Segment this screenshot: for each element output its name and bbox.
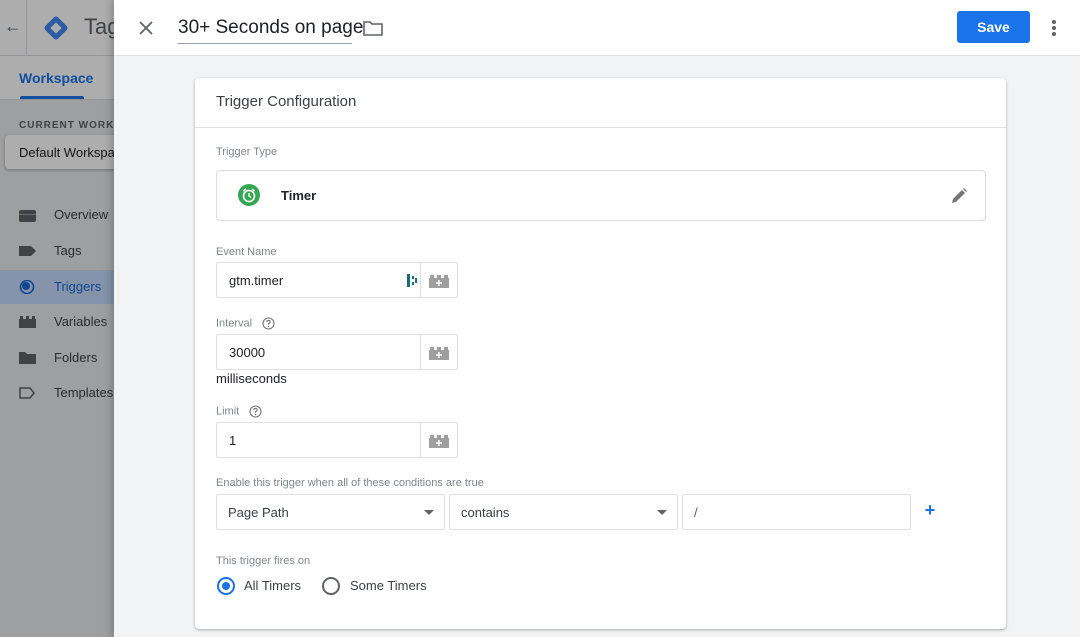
conditions-label: Enable this trigger when all of these co… [216, 477, 484, 489]
card-title: Trigger Configuration [216, 93, 357, 110]
help-icon[interactable] [249, 405, 262, 418]
limit-input[interactable]: 1 [216, 422, 421, 458]
dropdown-arrow-icon [424, 510, 434, 515]
trigger-type-selector[interactable]: Timer [216, 170, 986, 221]
limit-label: Limit [216, 405, 262, 418]
condition-variable-value: Page Path [228, 505, 289, 520]
limit-value: 1 [229, 433, 237, 448]
variable-brick-icon [429, 347, 449, 360]
event-name-value: gtm.timer [229, 273, 284, 288]
interval-label-text: Interval [216, 317, 253, 330]
add-condition-button[interactable]: + [922, 501, 938, 519]
insert-variable-button[interactable] [420, 262, 458, 298]
radio-all-timers[interactable] [217, 577, 235, 595]
dropdown-arrow-icon [657, 510, 667, 515]
radio-label-all-timers[interactable]: All Timers [244, 578, 301, 593]
condition-value-input[interactable]: / [682, 494, 911, 530]
pencil-icon[interactable] [950, 187, 968, 205]
event-name-input[interactable]: gtm.timer [216, 262, 421, 298]
condition-variable-select[interactable]: Page Path [216, 494, 445, 530]
trigger-configuration-card: Trigger Configuration Trigger Type Timer… [195, 78, 1006, 629]
condition-value: / [694, 505, 698, 520]
interval-input[interactable]: 30000 [216, 334, 421, 370]
folder-icon[interactable] [362, 17, 384, 39]
event-name-label: Event Name [216, 246, 277, 258]
more-vert-icon[interactable] [1046, 16, 1062, 40]
help-icon[interactable] [262, 317, 275, 330]
timer-icon [238, 184, 260, 206]
limit-label-text: Limit [216, 405, 240, 418]
autocomplete-icon[interactable] [407, 273, 417, 288]
trigger-editor-panel: 30+ Seconds on page Save Trigger Configu… [114, 0, 1080, 637]
interval-label: Interval [216, 317, 275, 330]
interval-unit: milliseconds [216, 371, 287, 386]
save-button[interactable]: Save [957, 11, 1030, 43]
card-divider [195, 127, 1006, 128]
condition-operator-select[interactable]: contains [449, 494, 678, 530]
condition-operator-value: contains [461, 505, 510, 520]
panel-header: 30+ Seconds on page Save [114, 0, 1080, 56]
radio-label-some-timers[interactable]: Some Timers [350, 578, 427, 593]
trigger-type-name: Timer [281, 188, 317, 203]
interval-value: 30000 [229, 345, 266, 360]
insert-variable-button[interactable] [420, 422, 458, 458]
fires-on-label: This trigger fires on [216, 555, 311, 567]
radio-some-timers[interactable] [322, 577, 340, 595]
close-icon[interactable] [134, 16, 158, 40]
trigger-name-input[interactable]: 30+ Seconds on page [178, 14, 363, 44]
variable-brick-icon [429, 275, 449, 288]
insert-variable-button[interactable] [420, 334, 458, 370]
trigger-type-label: Trigger Type [216, 146, 278, 158]
variable-brick-icon [429, 435, 449, 448]
